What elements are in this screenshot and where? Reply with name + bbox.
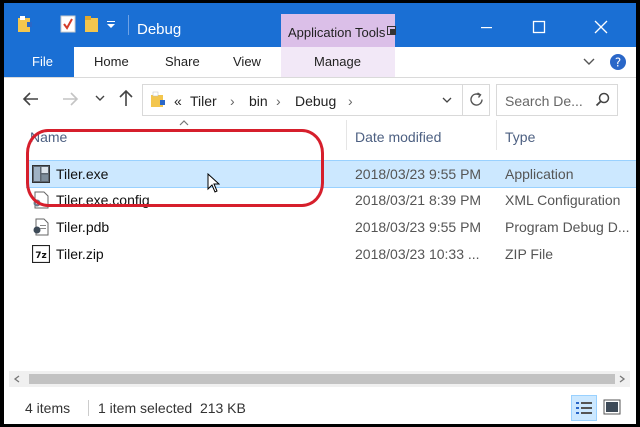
scroll-right-icon[interactable]: [618, 375, 626, 383]
search-placeholder: Search De...: [505, 93, 583, 109]
file-date: 2018/03/21 8:39 PM: [355, 192, 482, 208]
close-icon[interactable]: [586, 17, 616, 37]
context-tab-label: Application Tools: [288, 25, 386, 40]
column-separator[interactable]: [496, 120, 497, 150]
ribbon-tabs: File Home Share View Manage ?: [4, 47, 636, 78]
file-date: 2018/03/23 9:55 PM: [355, 166, 482, 182]
minimize-icon[interactable]: [471, 17, 501, 37]
breadcrumb-separator-icon[interactable]: ›: [276, 93, 281, 109]
new-folder-icon[interactable]: [84, 15, 100, 33]
context-overlay-icon: [387, 26, 396, 35]
file-row-tiler-exe-config[interactable]: Tiler.exe.config 2018/03/21 8:39 PM XML …: [26, 187, 636, 213]
tab-manage[interactable]: Manage: [281, 47, 395, 77]
column-separator[interactable]: [346, 120, 347, 150]
forward-arrow-icon[interactable]: [61, 91, 79, 107]
maximize-icon[interactable]: [524, 17, 554, 37]
search-icon[interactable]: [595, 92, 610, 107]
customize-toolbar-icon[interactable]: [106, 15, 116, 33]
file-type: XML Configuration: [505, 192, 621, 208]
folder-icon: [151, 91, 165, 107]
file-row-tiler-zip[interactable]: 7z Tiler.zip 2018/03/23 10:33 ... ZIP Fi…: [26, 241, 636, 267]
breadcrumb-overflow[interactable]: «: [174, 93, 182, 109]
selection-info: 1 item selected 213 KB: [98, 400, 246, 416]
back-arrow-icon[interactable]: [22, 91, 40, 107]
address-dropdown-icon[interactable]: [441, 96, 453, 105]
tab-view[interactable]: View: [233, 47, 261, 77]
file-date: 2018/03/23 10:33 ...: [355, 246, 480, 262]
file-name: Tiler.exe.config: [56, 192, 150, 208]
search-input[interactable]: Search De...: [496, 84, 618, 116]
context-tab-header: Application Tools: [281, 14, 396, 48]
help-icon[interactable]: ?: [609, 53, 627, 71]
recent-locations-icon[interactable]: [94, 94, 106, 104]
scroll-left-icon[interactable]: [13, 375, 21, 383]
horizontal-scrollbar[interactable]: [9, 371, 630, 387]
breadcrumb-separator-icon[interactable]: ›: [348, 93, 353, 109]
up-arrow-icon[interactable]: [118, 89, 134, 107]
scrollbar-thumb[interactable]: [29, 374, 615, 384]
explorer-window: Debug Application Tools File Home Share …: [4, 3, 636, 424]
status-divider: [88, 400, 89, 416]
tab-file[interactable]: File: [4, 47, 74, 77]
file-row-tiler-exe[interactable]: Tiler.exe 2018/03/23 9:55 PM Application: [26, 160, 636, 188]
svg-text:?: ?: [615, 56, 621, 70]
tab-home[interactable]: Home: [94, 47, 129, 77]
details-view-icon: [576, 402, 592, 414]
large-icons-view-icon: [603, 399, 621, 415]
column-header-date[interactable]: Date modified: [355, 129, 441, 145]
sort-ascending-icon: [179, 120, 189, 126]
properties-check-icon[interactable]: [60, 15, 76, 33]
exe-file-icon: [32, 165, 50, 183]
breadcrumb-debug[interactable]: Debug: [295, 93, 336, 109]
title-divider: [128, 15, 129, 35]
file-type: Application: [505, 166, 574, 182]
address-bar[interactable]: « Tiler › bin › Debug ›: [142, 84, 490, 116]
zip-file-icon: 7z: [32, 245, 50, 263]
tab-manage-label: Manage: [314, 54, 361, 69]
file-type: ZIP File: [505, 246, 553, 262]
file-name: Tiler.exe: [56, 166, 109, 182]
tab-share[interactable]: Share: [165, 47, 200, 77]
address-divider: [462, 85, 463, 115]
status-bar: 4 items 1 item selected 213 KB: [4, 391, 636, 424]
expand-ribbon-icon[interactable]: [582, 56, 596, 68]
file-row-tiler-pdb[interactable]: Tiler.pdb 2018/03/23 9:55 PM Program Deb…: [26, 214, 636, 240]
column-header-name[interactable]: Name: [30, 129, 67, 145]
mouse-cursor-icon: [207, 173, 220, 193]
svg-text:7z: 7z: [35, 251, 47, 261]
file-name: Tiler.zip: [56, 246, 104, 262]
config-file-icon: [33, 191, 49, 209]
breadcrumb-bin[interactable]: bin: [249, 93, 268, 109]
title-bar: Debug Application Tools: [4, 3, 636, 48]
window-title: Debug: [137, 21, 182, 38]
item-count: 4 items: [25, 400, 71, 416]
column-header-type[interactable]: Type: [505, 129, 535, 145]
file-type: Program Debug D...: [505, 219, 630, 235]
breadcrumb-separator-icon[interactable]: ›: [230, 93, 235, 109]
breadcrumb-tiler[interactable]: Tiler: [190, 93, 217, 109]
large-icons-view-button[interactable]: [600, 395, 624, 419]
file-name: Tiler.pdb: [56, 219, 110, 235]
pdb-file-icon: [33, 218, 49, 236]
refresh-icon[interactable]: [468, 91, 485, 108]
folder-properties-icon[interactable]: [17, 15, 33, 33]
file-date: 2018/03/23 9:55 PM: [355, 219, 482, 235]
details-view-button[interactable]: [571, 395, 597, 421]
